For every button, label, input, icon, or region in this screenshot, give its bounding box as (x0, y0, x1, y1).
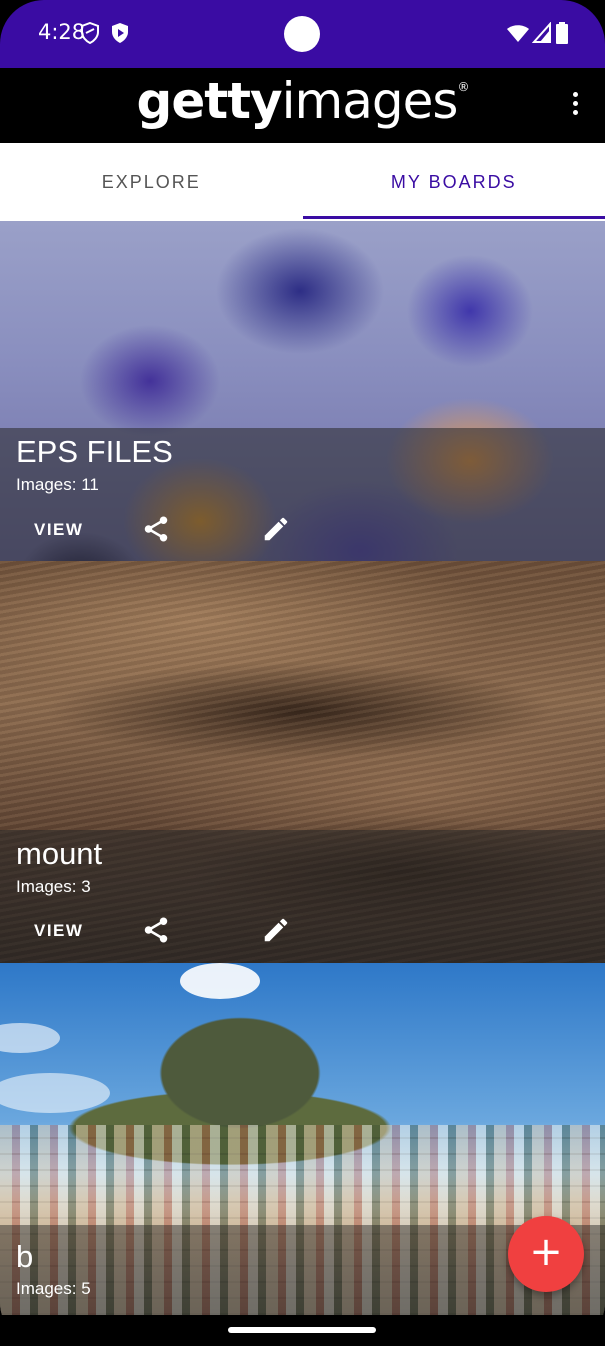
logo-regular-text: images (281, 72, 459, 130)
logo-bold-text: getty (136, 72, 283, 130)
edit-icon[interactable] (261, 915, 291, 945)
home-gesture-handle[interactable] (228, 1327, 376, 1333)
share-icon[interactable] (141, 915, 171, 945)
board-title: b (16, 1239, 34, 1274)
cloud-decoration (180, 963, 260, 999)
shield-icon (81, 22, 99, 44)
phone-screen: 4:28 gettyimages® EXPLORE MY BOARDS EPS … (0, 0, 605, 1346)
status-time: 4:28 (38, 20, 86, 44)
play-protect-icon (112, 23, 128, 43)
more-vert-icon[interactable] (565, 92, 585, 122)
signal-icon (532, 22, 551, 43)
getty-images-logo: gettyimages® (0, 72, 605, 130)
battery-icon (556, 22, 568, 44)
view-button[interactable]: VIEW (34, 921, 83, 941)
status-bar: 4:28 (0, 0, 605, 68)
navigation-bar (0, 1315, 605, 1346)
board-card[interactable]: EPS FILES Images: 11 VIEW (0, 221, 605, 561)
logo-registered-mark: ® (457, 80, 469, 94)
app-bar: gettyimages® (0, 68, 605, 143)
board-image-count: Images: 5 (16, 1279, 91, 1298)
tab-bar: EXPLORE MY BOARDS (0, 143, 605, 221)
camera-cutout (284, 16, 320, 52)
view-button[interactable]: VIEW (34, 520, 83, 540)
tab-my-boards[interactable]: MY BOARDS (302, 143, 605, 221)
board-card[interactable]: mount Images: 3 VIEW (0, 561, 605, 963)
board-image-count: Images: 3 (16, 877, 91, 896)
add-board-button[interactable]: + (508, 1216, 584, 1292)
share-icon[interactable] (141, 514, 171, 544)
tab-explore[interactable]: EXPLORE (0, 143, 303, 221)
board-title: EPS FILES (16, 434, 173, 469)
board-title: mount (16, 836, 103, 871)
wifi-icon (507, 25, 529, 42)
add-icon: + (529, 1229, 563, 1275)
edit-icon[interactable] (261, 514, 291, 544)
board-image-count: Images: 11 (16, 475, 99, 494)
